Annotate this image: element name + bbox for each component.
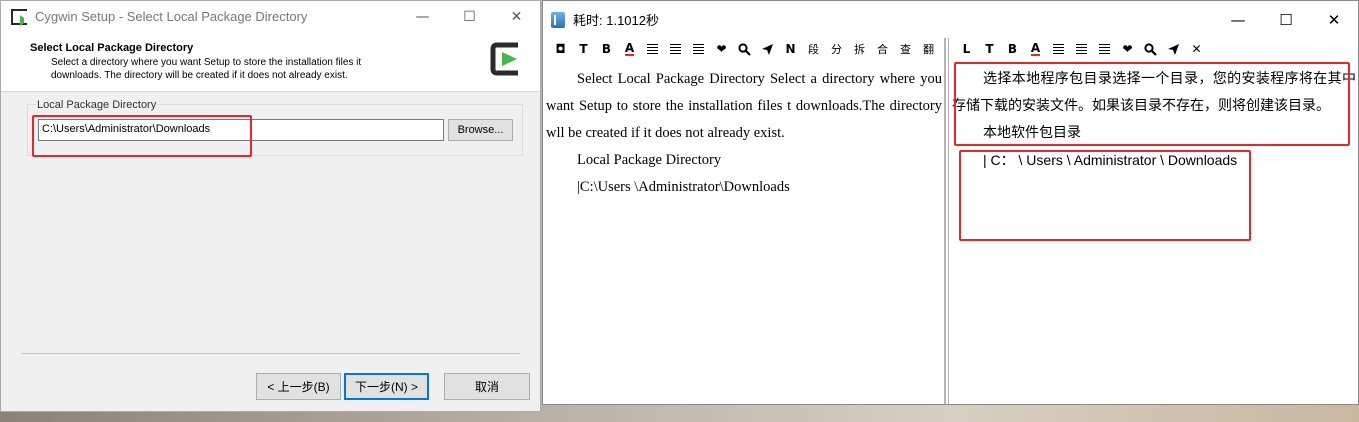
wizard-page-description: Select a directory where you want Setup …: [51, 57, 362, 81]
palette-icon[interactable]: ❤: [1116, 38, 1139, 60]
maximize-button[interactable]: ☐: [446, 1, 493, 32]
clear-icon[interactable]: ✕: [1185, 38, 1208, 60]
minimize-button[interactable]: —: [399, 1, 446, 32]
split-button[interactable]: 分: [825, 38, 848, 60]
cygwin-titlebar[interactable]: Cygwin Setup - Select Local Package Dire…: [1, 1, 540, 32]
target-pane: L T B A ❤ ✕ 选择本地程序包目录选择一个目录，您的安装程序将在其中存储…: [948, 38, 1358, 404]
normal-icon[interactable]: N: [779, 38, 802, 60]
translate-button[interactable]: 翻: [917, 38, 940, 60]
minimize-button[interactable]: —: [1214, 1, 1262, 38]
highlight-box-path: [959, 150, 1251, 241]
align-left-icon[interactable]: [641, 38, 664, 60]
paragraph-button[interactable]: 段: [802, 38, 825, 60]
back-button[interactable]: < 上一步(B): [256, 373, 341, 400]
source-label-line: Local Package Directory: [577, 152, 722, 168]
source-toolbar: ◘ T B A ❤ N 段 分 拆 合 查 翻: [543, 38, 944, 60]
send-icon[interactable]: [756, 38, 779, 60]
cygwin-logo-icon: [490, 42, 518, 76]
layout-icon[interactable]: L: [955, 38, 978, 60]
text-icon[interactable]: T: [978, 38, 1001, 60]
translator-window-title: 耗时: 1.1012秒: [573, 13, 659, 28]
font-color-icon[interactable]: A: [1024, 38, 1047, 60]
lookup-button[interactable]: 查: [894, 38, 917, 60]
palette-icon[interactable]: ❤: [710, 38, 733, 60]
browse-button[interactable]: Browse...: [448, 119, 513, 141]
break-button[interactable]: 拆: [848, 38, 871, 60]
close-button[interactable]: ✕: [493, 1, 540, 32]
translator-window: 耗时: 1.1012秒 — ☐ ✕ ◘ T B A ❤ N 段 分 拆 合 查 …: [542, 0, 1359, 405]
cygwin-setup-window: Cygwin Setup - Select Local Package Dire…: [0, 0, 541, 412]
align-center-icon[interactable]: [664, 38, 687, 60]
align-center-icon[interactable]: [1070, 38, 1093, 60]
source-paragraph: Select Local Package Directory Select a …: [546, 71, 942, 141]
bold-icon[interactable]: B: [595, 38, 618, 60]
maximize-button[interactable]: ☐: [1262, 1, 1310, 38]
wizard-header: Select Local Package Directory Select a …: [1, 32, 540, 92]
text-icon[interactable]: T: [572, 38, 595, 60]
highlight-box-translation: [954, 62, 1350, 146]
send-icon[interactable]: [1162, 38, 1185, 60]
align-justify-icon[interactable]: [687, 38, 710, 60]
bold-icon[interactable]: B: [1001, 38, 1024, 60]
button-separator: [21, 353, 520, 354]
frame-icon[interactable]: ◘: [549, 38, 572, 60]
align-left-icon[interactable]: [1047, 38, 1070, 60]
merge-button[interactable]: 合: [871, 38, 894, 60]
source-path-line: |C:\Users \Administrator\Downloads: [577, 179, 790, 195]
source-pane: ◘ T B A ❤ N 段 分 拆 合 查 翻 Select Local Pac…: [543, 38, 946, 404]
highlight-box: [32, 115, 252, 157]
cygwin-window-title: Cygwin Setup - Select Local Package Dire…: [35, 9, 308, 24]
translator-titlebar[interactable]: 耗时: 1.1012秒 — ☐ ✕: [543, 1, 1358, 38]
cygwin-app-icon: [11, 8, 27, 26]
source-text-area[interactable]: Select Local Package Directory Select a …: [543, 60, 944, 201]
font-color-icon[interactable]: A: [618, 38, 641, 60]
group-label: Local Package Directory: [36, 99, 158, 111]
next-button[interactable]: 下一步(N) >: [344, 373, 429, 400]
wizard-page-title: Select Local Package Directory: [30, 42, 194, 54]
close-button[interactable]: ✕: [1310, 1, 1358, 38]
search-icon[interactable]: [1139, 38, 1162, 60]
translator-app-icon: [551, 11, 565, 28]
target-toolbar: L T B A ❤ ✕: [949, 38, 1358, 60]
cancel-button[interactable]: 取消: [444, 373, 530, 400]
search-icon[interactable]: [733, 38, 756, 60]
align-justify-icon[interactable]: [1093, 38, 1116, 60]
